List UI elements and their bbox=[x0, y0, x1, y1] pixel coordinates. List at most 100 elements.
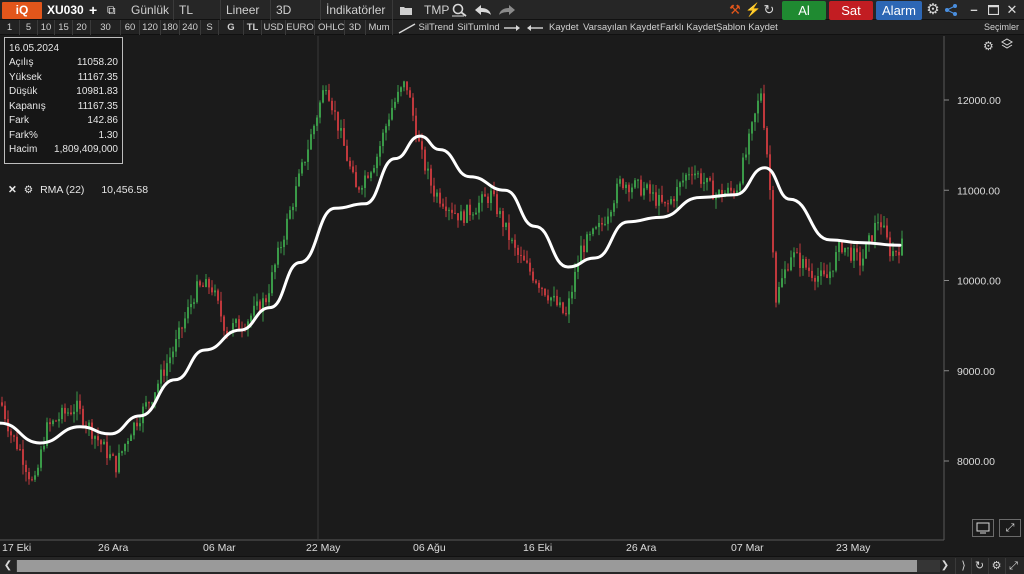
candle-body bbox=[115, 455, 117, 473]
buy-button[interactable]: Al bbox=[782, 1, 826, 20]
bottom-expand-icon[interactable]: ⤢ bbox=[1005, 558, 1021, 574]
info-row-high: Yüksek 11167.35 bbox=[9, 71, 118, 83]
refresh-icon[interactable]: ↻ bbox=[761, 0, 777, 20]
save-template-button[interactable]: Şablon Kaydet bbox=[716, 20, 778, 35]
save-button[interactable]: Kaydet bbox=[549, 20, 579, 35]
period-120[interactable]: 120 bbox=[140, 20, 161, 35]
currency-euro[interactable]: EURO bbox=[286, 20, 315, 35]
undo-icon[interactable] bbox=[472, 0, 494, 20]
indicators-button[interactable]: İndikatörler bbox=[321, 0, 393, 20]
price-chart[interactable]: 12000.00 11000.00 10000.00 9000.00 8000.00 bbox=[0, 36, 1024, 556]
delete-trend-button[interactable]: SilTrend bbox=[418, 20, 454, 35]
lightning-icon[interactable]: ⚡ bbox=[745, 0, 761, 20]
arrow-right-line-icon[interactable] bbox=[503, 20, 523, 35]
chart-tools: ⚙ bbox=[983, 38, 1014, 53]
candle-body bbox=[529, 262, 531, 272]
candle-body bbox=[808, 267, 810, 271]
currency-dropdown[interactable]: TL bbox=[174, 0, 221, 20]
period-10[interactable]: 10 bbox=[38, 20, 55, 35]
currency-usd[interactable]: USD bbox=[262, 20, 286, 35]
hammer-icon[interactable]: ⚒ bbox=[727, 0, 743, 20]
period-1[interactable]: 1 bbox=[0, 20, 20, 35]
candle-body bbox=[865, 244, 867, 259]
chart-type-3d[interactable]: 3D bbox=[345, 20, 366, 35]
alarm-button[interactable]: Alarm bbox=[876, 1, 922, 20]
chart-settings-icon[interactable]: ⚙ bbox=[983, 39, 994, 53]
redo-icon[interactable] bbox=[496, 0, 518, 20]
scroll-thumb[interactable] bbox=[17, 560, 917, 572]
remove-indicator-icon[interactable]: ✕ bbox=[8, 184, 17, 196]
chart-canvas[interactable]: 12000.00 11000.00 10000.00 9000.00 8000.00 bbox=[0, 36, 1024, 556]
save-default-button[interactable]: Varsayılan Kaydet bbox=[583, 20, 659, 35]
folder-icon[interactable] bbox=[397, 0, 415, 20]
close-icon[interactable]: ✕ bbox=[1004, 0, 1020, 20]
candle-body bbox=[10, 431, 12, 436]
candle-body bbox=[433, 185, 435, 197]
arrow-left-line-icon[interactable] bbox=[526, 20, 546, 35]
gear-icon[interactable]: ⚙ bbox=[925, 0, 941, 20]
candle-body bbox=[217, 290, 219, 301]
period-15[interactable]: 15 bbox=[55, 20, 73, 35]
x-tick-label: 26 Ara bbox=[626, 542, 657, 554]
y-tick-label: 8000.00 bbox=[957, 456, 995, 468]
scale-dropdown[interactable]: Lineer bbox=[221, 0, 271, 20]
symbol-field[interactable]: XU030 bbox=[47, 0, 84, 20]
period-240[interactable]: 240 bbox=[180, 20, 201, 35]
candle-body bbox=[832, 270, 834, 272]
candle-body bbox=[373, 168, 375, 173]
time-scrollbar[interactable]: ❮ ❯ ⟩ ↻ ⚙ ⤢ bbox=[0, 556, 1024, 574]
layers-icon[interactable] bbox=[1001, 38, 1014, 53]
candle-body bbox=[13, 435, 15, 437]
period-60[interactable]: 60 bbox=[121, 20, 140, 35]
mode-dropdown[interactable]: 3D bbox=[271, 0, 321, 20]
chart-type-mum[interactable]: Mum bbox=[366, 20, 393, 35]
period-s[interactable]: S bbox=[201, 20, 219, 35]
indicator-settings-icon[interactable]: ⚙ bbox=[24, 184, 33, 196]
candle-body bbox=[358, 187, 360, 190]
candle-body bbox=[37, 467, 39, 476]
share-icon[interactable] bbox=[942, 0, 960, 20]
currency-tl[interactable]: TL bbox=[244, 20, 262, 35]
sell-button[interactable]: Sat bbox=[829, 1, 873, 20]
candle-body bbox=[322, 90, 324, 103]
period-g[interactable]: G bbox=[219, 20, 244, 35]
scroll-track[interactable] bbox=[16, 560, 940, 572]
expand-icon[interactable]: ⤢ bbox=[999, 519, 1021, 537]
candle-body bbox=[448, 209, 450, 211]
tmp-button[interactable]: TMP bbox=[419, 0, 451, 20]
candle-body bbox=[337, 111, 339, 131]
candle-body bbox=[619, 179, 621, 184]
period-dropdown[interactable]: Günlük bbox=[126, 0, 174, 20]
candle-body bbox=[202, 285, 204, 287]
delete-all-indicators-button[interactable]: SilTumInd bbox=[456, 20, 501, 35]
scroll-right-button[interactable]: ❯ bbox=[938, 558, 952, 574]
screenshot-icon[interactable] bbox=[972, 519, 994, 537]
candle-body bbox=[604, 223, 606, 225]
x-tick-label: 26 Ara bbox=[98, 542, 129, 554]
bottom-settings-icon[interactable]: ⚙ bbox=[988, 558, 1004, 574]
trendline-icon[interactable] bbox=[398, 20, 418, 35]
candle-body bbox=[565, 313, 567, 315]
zoom-icon[interactable] bbox=[451, 0, 469, 20]
candle-body bbox=[778, 286, 780, 303]
scroll-left-button[interactable]: ❮ bbox=[1, 558, 15, 574]
candle-body bbox=[49, 422, 51, 425]
candle-body bbox=[421, 141, 423, 150]
minimize-icon[interactable]: – bbox=[966, 0, 982, 20]
candle-body bbox=[34, 475, 36, 480]
candle-body bbox=[388, 119, 390, 127]
period-20[interactable]: 20 bbox=[73, 20, 91, 35]
scroll-end-icon[interactable]: ⟩ bbox=[955, 558, 971, 574]
candle-body bbox=[313, 125, 315, 135]
add-symbol-icon[interactable]: + bbox=[89, 0, 97, 20]
period-30[interactable]: 30 bbox=[91, 20, 121, 35]
sync-icon[interactable]: ↻ bbox=[971, 558, 987, 574]
selections-button[interactable]: Seçimler bbox=[984, 22, 1019, 32]
maximize-icon[interactable] bbox=[985, 0, 1001, 20]
popout-icon[interactable]: ⧉ bbox=[107, 0, 116, 20]
period-5[interactable]: 5 bbox=[20, 20, 38, 35]
save-as-button[interactable]: Farklı Kaydet bbox=[660, 20, 716, 35]
chart-type-ohlc[interactable]: OHLC bbox=[318, 20, 345, 35]
candle-body bbox=[346, 145, 348, 161]
period-180[interactable]: 180 bbox=[161, 20, 180, 35]
